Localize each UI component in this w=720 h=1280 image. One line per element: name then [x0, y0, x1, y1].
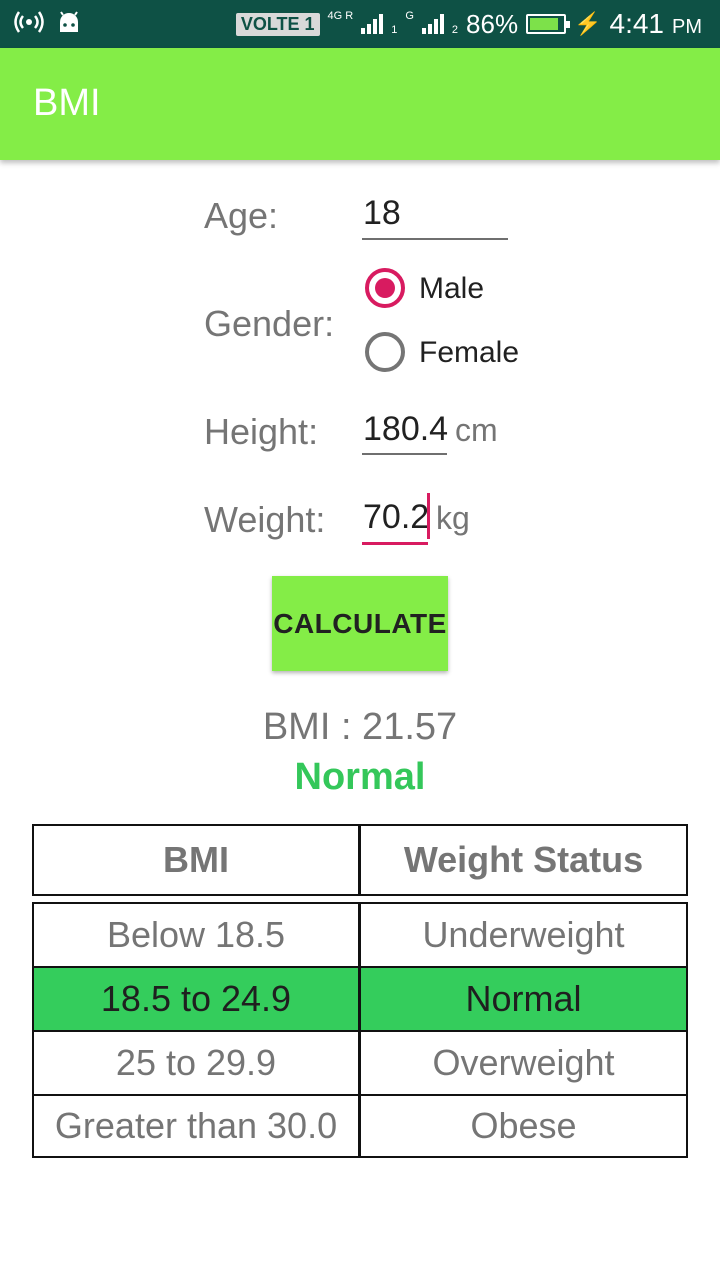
weight-input[interactable]: 70.2	[363, 498, 429, 537]
female-radio[interactable]	[365, 332, 405, 372]
male-radio[interactable]	[365, 268, 405, 308]
table-cell-status-highlighted: Normal	[359, 966, 688, 1032]
sim-2-label: 2	[451, 24, 459, 36]
age-input[interactable]: 18	[363, 194, 401, 233]
clock: 4:41	[609, 8, 665, 39]
table-cell-bmi: 25 to 29.9	[32, 1030, 360, 1096]
weight-label: Weight:	[204, 499, 326, 540]
table-cell-bmi: Below 18.5	[32, 902, 360, 968]
table-cell-status: Underweight	[359, 902, 688, 968]
bmi-result: BMI : 21.57	[262, 706, 458, 748]
network-type-2: G	[405, 9, 414, 22]
battery-icon	[526, 14, 571, 34]
male-radio-label[interactable]: Male	[419, 272, 484, 306]
weight-input-underline	[362, 542, 428, 545]
clock-ampm: PM	[672, 15, 702, 38]
table-cell-bmi-highlighted: 18.5 to 24.9	[32, 966, 360, 1032]
height-input-underline	[362, 453, 447, 455]
table-header-bmi: BMI	[32, 824, 360, 896]
hotspot-icon	[14, 10, 44, 39]
status-bar: VOLTE 1 4G R 1 G 2 86% ⚡ 4:41 PM	[0, 0, 720, 48]
table-cell-status: Overweight	[359, 1030, 688, 1096]
app-bar: BMI	[0, 48, 720, 160]
table-cell-status: Obese	[359, 1094, 688, 1158]
female-radio-label[interactable]: Female	[419, 336, 519, 370]
height-input[interactable]: 180.4	[363, 410, 448, 449]
signal-icon	[361, 14, 384, 34]
calculate-button[interactable]: CALCULATE	[272, 576, 448, 671]
table-cell-bmi: Greater than 30.0	[32, 1094, 360, 1158]
network-type-1: 4G R	[327, 9, 354, 22]
height-label: Height:	[204, 411, 319, 452]
battery-percent: 86%	[466, 8, 519, 39]
height-unit: cm	[455, 412, 498, 448]
charging-icon: ⚡	[574, 11, 602, 36]
signal-icon-2	[421, 14, 444, 34]
android-icon	[58, 10, 80, 39]
weight-unit: kg	[436, 500, 470, 536]
gender-label: Gender:	[204, 303, 335, 344]
age-label: Age:	[204, 195, 279, 236]
age-input-underline	[362, 238, 508, 240]
sim-1-label: 1	[391, 24, 398, 36]
volte-badge: VOLTE 1	[235, 12, 320, 36]
table-header-weight-status: Weight Status	[359, 824, 688, 896]
bmi-app-screen: VOLTE 1 4G R 1 G 2 86% ⚡ 4:41 PM BMI Age…	[0, 0, 720, 1280]
weight-status-result: Normal	[294, 756, 426, 798]
text-cursor	[427, 493, 430, 539]
app-title: BMI	[33, 82, 101, 124]
